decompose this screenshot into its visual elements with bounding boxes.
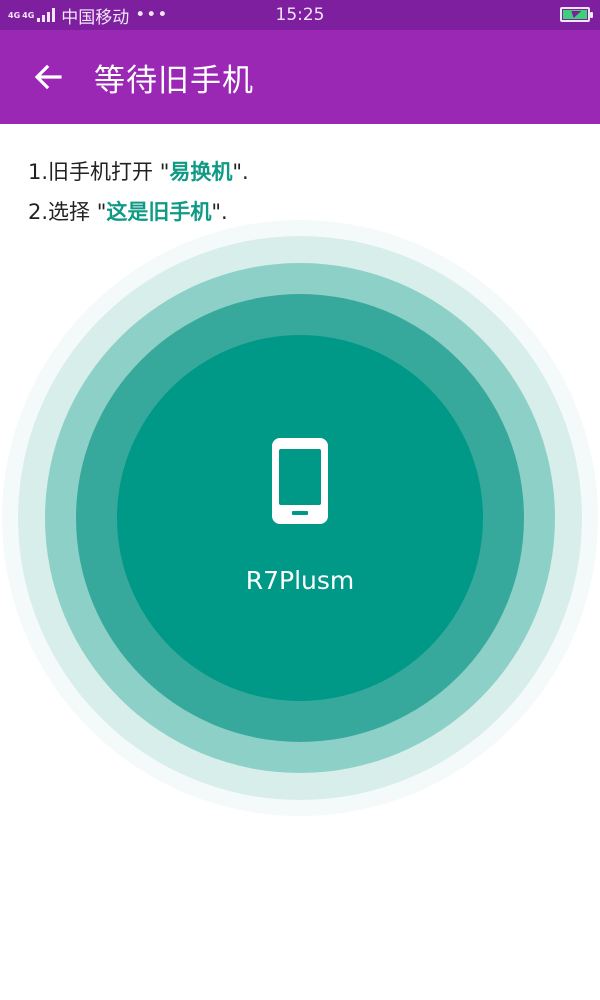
instruction-step-1: 1.旧手机打开 "易换机". xyxy=(28,152,249,192)
device-name: R7Plusm xyxy=(245,566,355,595)
step1-suffix: ". xyxy=(232,160,249,184)
back-button[interactable] xyxy=(18,47,78,107)
arrow-left-icon xyxy=(34,64,62,90)
status-bar: 4G 4G 中国移动 ••• 15:25 xyxy=(0,0,600,30)
app-bar: 等待旧手机 xyxy=(0,30,600,124)
battery-charging-icon xyxy=(560,7,593,22)
clock: 15:25 xyxy=(275,5,325,25)
page-title: 等待旧手机 xyxy=(94,62,254,99)
smartphone-icon xyxy=(272,438,328,524)
step1-prefix: 1.旧手机打开 " xyxy=(28,160,170,184)
step1-app-name: 易换机 xyxy=(169,160,233,184)
